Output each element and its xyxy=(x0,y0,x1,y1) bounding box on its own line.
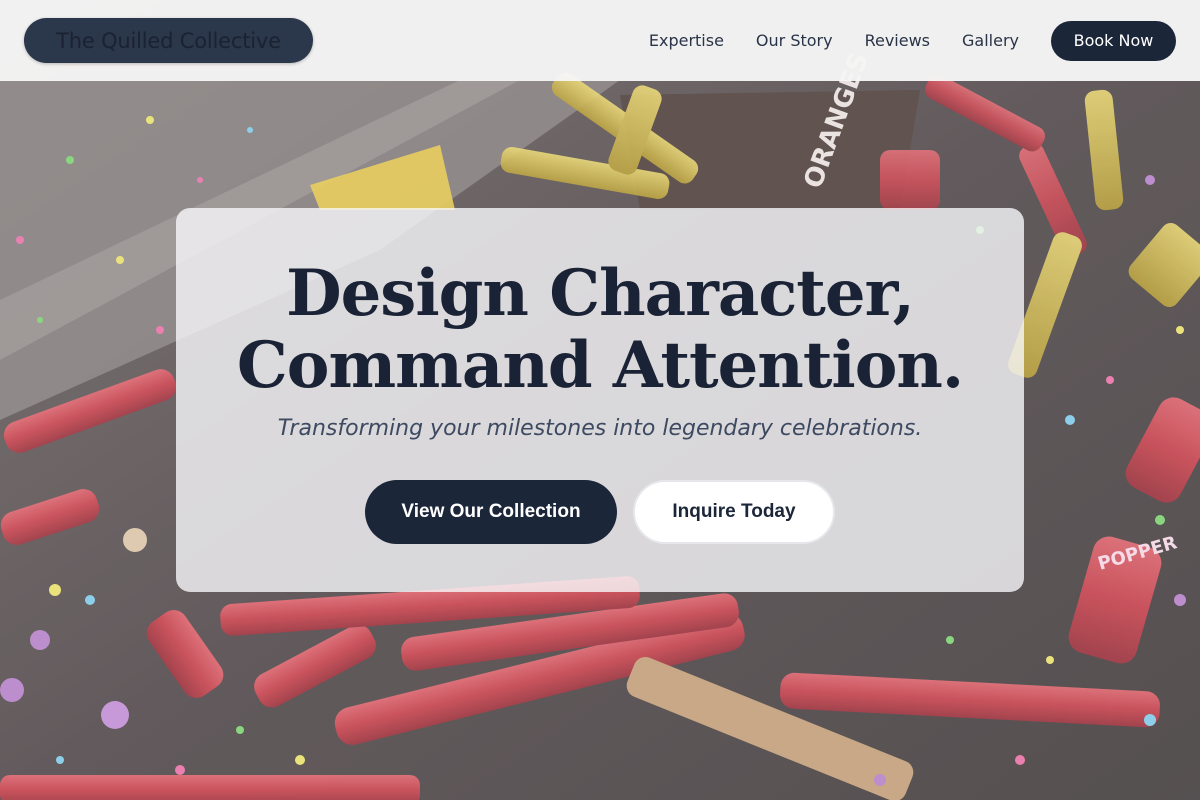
hero-card: Design Character, Command Attention. Tra… xyxy=(176,208,1024,592)
inquire-today-button[interactable]: Inquire Today xyxy=(633,480,835,544)
book-now-button[interactable]: Book Now xyxy=(1051,20,1176,61)
nav-link-expertise[interactable]: Expertise xyxy=(649,31,724,50)
hero-title-line-1: Design Character, xyxy=(286,256,915,331)
brand-logo[interactable]: The Quilled Collective xyxy=(24,18,313,63)
hero-subtitle: Transforming your milestones into legend… xyxy=(277,416,923,441)
view-collection-button[interactable]: View Our Collection xyxy=(365,480,617,544)
hero-actions: View Our Collection Inquire Today xyxy=(176,480,1024,544)
site-header: The Quilled Collective Expertise Our Sto… xyxy=(0,0,1200,81)
nav-link-reviews[interactable]: Reviews xyxy=(865,31,930,50)
hero-title-line-2: Command Attention. xyxy=(236,328,964,403)
brand-name: The Quilled Collective xyxy=(56,28,281,53)
hero-title: Design Character, Command Attention. xyxy=(176,258,1024,402)
main-nav: Expertise Our Story Reviews Gallery Book… xyxy=(649,20,1176,61)
nav-link-our-story[interactable]: Our Story xyxy=(756,31,833,50)
nav-link-gallery[interactable]: Gallery xyxy=(962,31,1019,50)
